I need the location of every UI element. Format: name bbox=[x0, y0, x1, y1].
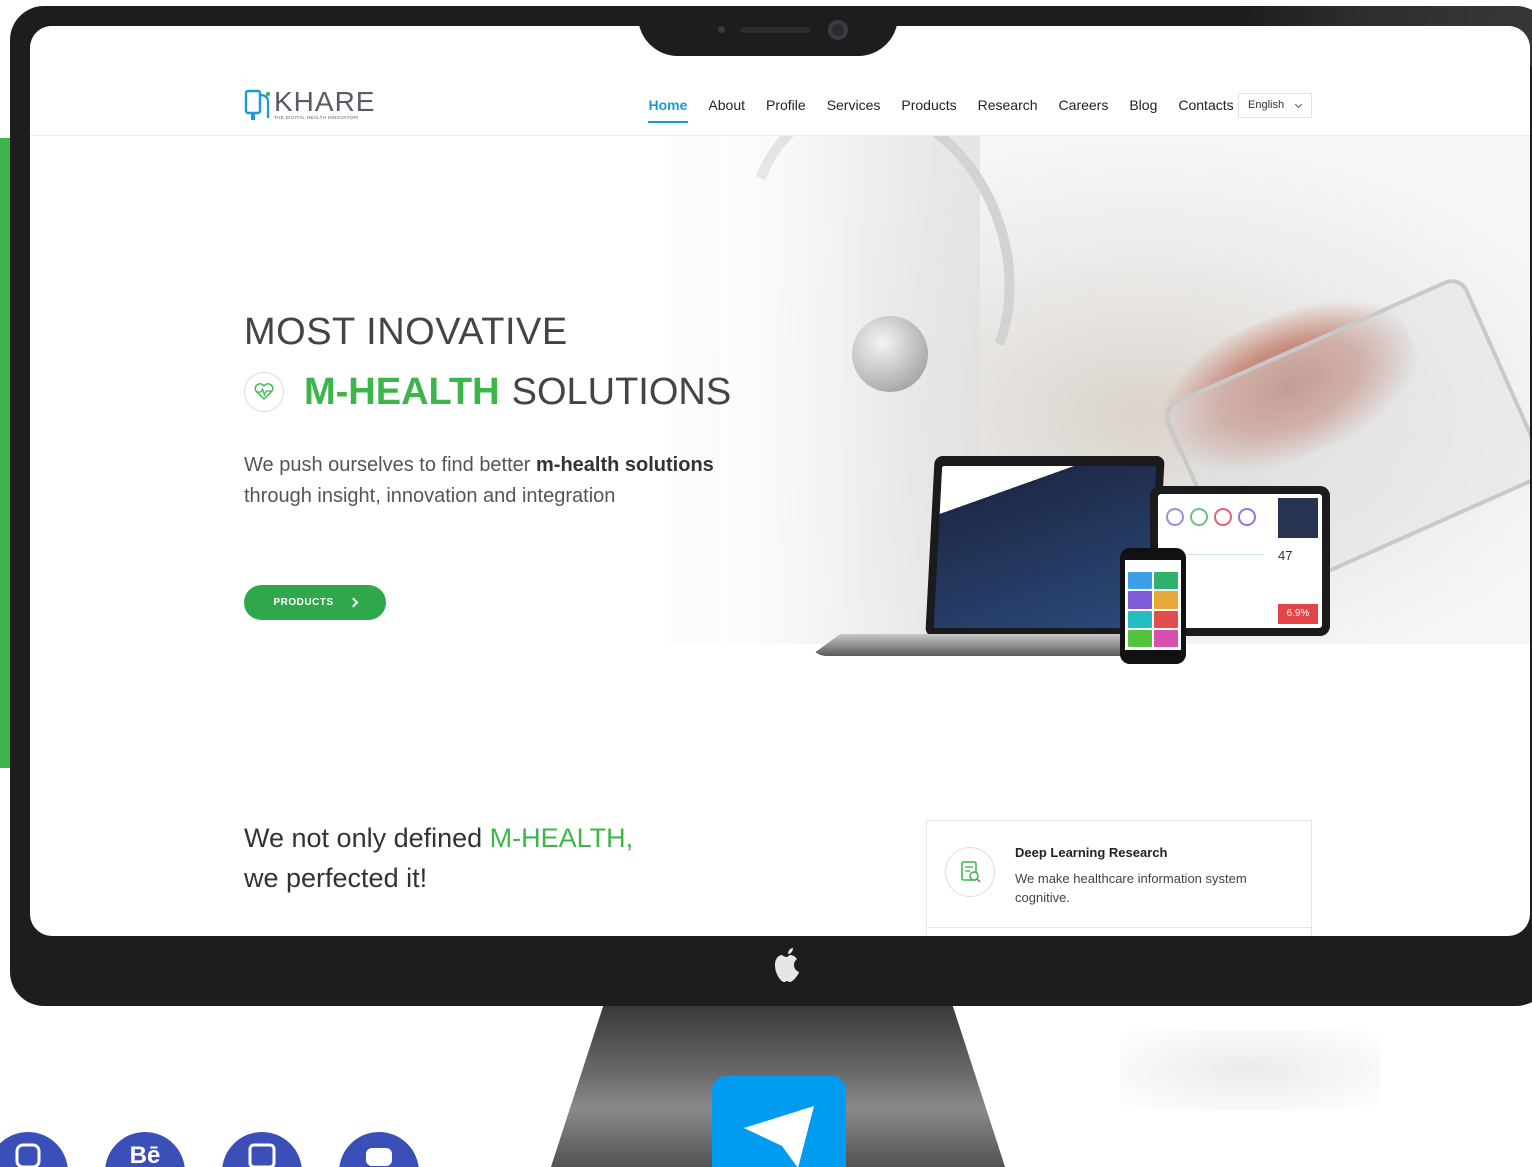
app-tile bbox=[1154, 572, 1178, 590]
apple-logo-icon bbox=[775, 948, 799, 982]
dashboard-ring bbox=[1166, 508, 1184, 526]
language-value: English bbox=[1248, 99, 1285, 111]
phone-device bbox=[1120, 548, 1186, 664]
app-tile bbox=[1154, 610, 1178, 628]
hero-subtitle-bold: m-health solutions bbox=[536, 454, 714, 476]
chevron-down-icon bbox=[1294, 100, 1303, 109]
nav-item-home[interactable]: Home bbox=[638, 96, 698, 123]
tagline-accent: M-HEALTH, bbox=[489, 823, 634, 853]
devices-mockup-image: 47 6.9% bbox=[770, 456, 1330, 716]
nav-item-profile[interactable]: Profile bbox=[756, 96, 817, 120]
hero-title-line1: MOST INOVATIVE bbox=[244, 311, 568, 353]
nav-item-careers[interactable]: Careers bbox=[1048, 96, 1119, 120]
behance-icon[interactable]: Bē bbox=[105, 1132, 185, 1167]
section-tagline: We not only defined M-HEALTH, we perfect… bbox=[244, 818, 633, 898]
tagline-pre: We not only defined bbox=[244, 823, 490, 853]
dashboard-red-value: 6.9% bbox=[1278, 604, 1318, 624]
feature-card-title: Deep Learning Research bbox=[1015, 845, 1168, 860]
research-book-icon bbox=[945, 847, 995, 897]
products-button-label: PRODUCTS bbox=[273, 597, 334, 608]
brand-logo[interactable]: KHARE THE DIGITAL HEALTH INNOVATOR! bbox=[244, 86, 394, 126]
app-tile bbox=[1128, 610, 1152, 628]
app-tile bbox=[1154, 629, 1178, 647]
mockup-stage: KHARE THE DIGITAL HEALTH INNOVATOR! Home… bbox=[0, 0, 1532, 1167]
camera-notch bbox=[638, 6, 898, 56]
telegram-icon[interactable] bbox=[712, 1076, 846, 1167]
phone-screen bbox=[1125, 560, 1181, 650]
language-select[interactable]: English bbox=[1238, 93, 1312, 118]
sensor-dot bbox=[718, 26, 725, 33]
speaker-slot bbox=[740, 27, 810, 33]
behance-label: Bē bbox=[129, 1142, 161, 1167]
main-nav: Home About Profile Services Products Res… bbox=[638, 96, 1244, 123]
dashboard-number: 47 bbox=[1278, 548, 1293, 563]
youtube-icon[interactable] bbox=[339, 1132, 419, 1167]
feature-card[interactable]: Deep Learning Research We make healthcar… bbox=[926, 820, 1312, 936]
app-tile bbox=[1128, 591, 1152, 609]
app-tile bbox=[1154, 591, 1178, 609]
products-button[interactable]: PRODUCTS bbox=[244, 585, 386, 620]
dashboard-ring bbox=[1214, 508, 1232, 526]
nav-item-products[interactable]: Products bbox=[891, 96, 967, 120]
chevron-right-icon bbox=[348, 597, 359, 608]
stethoscope-logo-icon bbox=[244, 89, 270, 120]
instagram-icon[interactable] bbox=[0, 1132, 68, 1167]
camera-lens bbox=[828, 20, 848, 40]
nav-item-blog[interactable]: Blog bbox=[1119, 96, 1168, 120]
nav-item-research[interactable]: Research bbox=[967, 96, 1048, 120]
hero-title-rest: SOLUTIONS bbox=[511, 370, 732, 413]
hero-subtitle-pre: We push ourselves to find better bbox=[244, 454, 537, 476]
feature-card-text: We make healthcare information system co… bbox=[1015, 871, 1247, 905]
app-tile bbox=[1128, 572, 1152, 590]
brand-tagline: THE DIGITAL HEALTH INNOVATOR! bbox=[274, 115, 359, 120]
hero-subtitle-post: through insight, innovation and integrat… bbox=[244, 485, 616, 507]
heartbeat-icon bbox=[244, 372, 284, 412]
nav-item-contacts[interactable]: Contacts bbox=[1168, 96, 1244, 120]
dashboard-ring bbox=[1190, 508, 1208, 526]
linkedin-icon[interactable] bbox=[222, 1132, 302, 1167]
browser-screen: KHARE THE DIGITAL HEALTH INNOVATOR! Home… bbox=[30, 26, 1530, 936]
hero-title-accent: M-HEALTH bbox=[304, 370, 500, 413]
hero-subtitle: We push ourselves to find better m-healt… bbox=[244, 450, 804, 512]
card-divider bbox=[927, 927, 1311, 928]
stand-shadow bbox=[1120, 1030, 1380, 1110]
app-tile bbox=[1128, 629, 1152, 647]
nav-item-about[interactable]: About bbox=[698, 96, 756, 120]
monitor-frame: KHARE THE DIGITAL HEALTH INNOVATOR! Home… bbox=[10, 6, 1532, 1006]
dashboard-ring bbox=[1238, 508, 1256, 526]
brand-name: KHARE bbox=[274, 86, 376, 117]
tagline-line2: we perfected it! bbox=[244, 863, 428, 893]
hero-title-line2: M-HEALTH SOLUTIONS bbox=[244, 366, 731, 418]
nav-item-services[interactable]: Services bbox=[816, 96, 891, 120]
dashboard-dark-panel bbox=[1278, 498, 1318, 538]
